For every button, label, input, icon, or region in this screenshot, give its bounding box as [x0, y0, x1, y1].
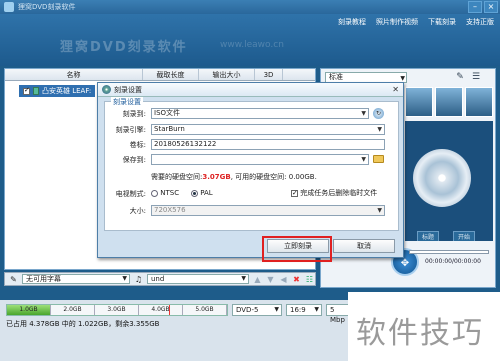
subtitle-select[interactable]: 无可用字幕 ▼	[22, 274, 130, 284]
chevron-down-icon: ▼	[361, 110, 366, 117]
file-list-header: 名称 截取长度 输出大小 3D	[5, 69, 315, 81]
menu-preview: 标题 开始	[405, 121, 493, 241]
banner-logo: 狸窝DVD刻录软件	[60, 40, 188, 55]
track-row: ✎ 无可用字幕 ▼ ♫ und ▼ ▲ ▼ ◀ ✖ ☷	[4, 272, 316, 286]
disc-format-select[interactable]: DVD-5 ▼	[232, 304, 282, 316]
chevron-down-icon: ▼	[122, 275, 127, 282]
radio-pal-dot[interactable]	[191, 189, 198, 197]
app-title: 狸窝DVD刻录软件	[18, 3, 76, 11]
menu-list-icon[interactable]: ☰	[471, 72, 481, 82]
group-label: 刻录设置	[111, 97, 143, 107]
app-logo-icon	[4, 2, 14, 12]
radio-ntsc[interactable]: NTSC	[151, 188, 179, 198]
link-photo-video[interactable]: 照片制作视频	[376, 17, 418, 27]
highlight-box	[262, 236, 332, 262]
capacity-tick: 5.0GB	[183, 305, 227, 315]
chevron-down-icon: ▼	[274, 306, 279, 313]
capacity-tick: 1.0GB	[7, 305, 51, 315]
col-output-size[interactable]: 输出大小	[199, 69, 255, 80]
aspect-ratio-select[interactable]: 16:9 ▼	[286, 304, 322, 316]
minimize-button[interactable]: –	[468, 1, 482, 13]
app-title-bar: 狸窝DVD刻录软件 – ×	[0, 0, 500, 14]
burn-settings-dialog: 刻录设置 ✕ 刻录设置 刻录到: ISO文件 ▼ ↻ 刻录引擎: StarBurn…	[97, 82, 404, 258]
burn-to-label: 刻录到:	[122, 110, 146, 118]
capacity-limit-marker	[169, 305, 170, 315]
row-title: 凸安英雄 LEAF:	[42, 87, 92, 95]
template-thumbnails	[405, 87, 493, 117]
audio-icon: ♫	[134, 274, 143, 284]
chevron-down-icon: ▼	[314, 306, 319, 313]
dialog-title: 刻录设置	[114, 85, 142, 94]
edit-icon[interactable]: ✎	[455, 72, 465, 82]
table-row[interactable]: 凸安英雄 LEAF:	[19, 85, 96, 97]
preview-tab-start[interactable]: 开始	[453, 231, 476, 241]
link-download-burn[interactable]: 下载刻录	[428, 17, 456, 27]
link-burn-tutorial[interactable]: 刻录教程	[338, 17, 366, 27]
engine-label: 刻录引擎:	[115, 126, 146, 134]
dialog-title-bar: 刻录设置	[98, 83, 403, 97]
row-checkbox[interactable]	[23, 86, 30, 95]
capacity-status: 已占用 4.378GB 中的 1.022GB，剩余3.355GB	[6, 320, 160, 328]
audio-select[interactable]: und ▼	[147, 274, 249, 284]
chevron-down-icon: ▼	[241, 275, 246, 282]
video-file-icon	[33, 87, 39, 95]
tv-standard-label: 电视制式:	[115, 190, 146, 198]
delete-icon[interactable]: ✖	[292, 275, 301, 284]
playback-slider[interactable]	[409, 250, 489, 254]
col-3d[interactable]: 3D	[255, 69, 283, 80]
left-icon[interactable]: ◀	[279, 275, 288, 284]
disk-space-info: 需要的硬盘空间:3.07GB, 可用的硬盘空间: 0.00GB.	[151, 173, 317, 181]
required-space: 3.07GB	[202, 173, 231, 181]
capacity-tick: 2.0GB	[51, 305, 95, 315]
save-to-input[interactable]: ▼	[151, 154, 369, 165]
move-up-icon[interactable]: ▲	[253, 275, 262, 284]
volume-label-input[interactable]: 20180526132122	[151, 139, 385, 150]
save-to-label: 保存到:	[122, 156, 146, 164]
template-thumbnail[interactable]	[435, 87, 463, 117]
banner-url: www.leawo.cn	[220, 40, 284, 50]
close-window-button[interactable]: ×	[484, 1, 498, 13]
radio-pal[interactable]: PAL	[191, 188, 213, 198]
delete-temp-checkbox[interactable]	[291, 188, 298, 198]
capacity-tick: 3.0GB	[95, 305, 139, 315]
size-select: 720X576 ▼	[151, 205, 385, 216]
delete-temp-option[interactable]: 完成任务后删除临时文件	[291, 188, 377, 198]
capacity-tick: 4.0GB	[139, 305, 183, 315]
size-label: 大小:	[129, 207, 146, 215]
volume-label: 卷标:	[129, 141, 146, 149]
folder-icon[interactable]	[373, 155, 384, 163]
playback-time: 00:00:00/00:00:00	[425, 258, 481, 265]
col-name[interactable]: 名称	[5, 69, 143, 80]
dialog-close-icon[interactable]: ✕	[392, 85, 399, 94]
preview-tab-title[interactable]: 标题	[417, 231, 440, 241]
chevron-down-icon: ▼	[377, 126, 382, 133]
chevron-down-icon: ▼	[377, 207, 382, 214]
banner: 狸窝DVD刻录软件 www.leawo.cn 刻录教程 照片制作视频 下载刻录 …	[0, 14, 500, 66]
disc-icon	[102, 85, 111, 94]
burn-to-select[interactable]: ISO文件 ▼	[151, 108, 369, 119]
move-down-icon[interactable]: ▼	[266, 275, 275, 284]
subtitle-icon: ✎	[10, 274, 17, 284]
disc-image	[413, 149, 471, 207]
burn-settings-group: 刻录设置 刻录到: ISO文件 ▼ ↻ 刻录引擎: StarBurn ▼ 卷标: 2…	[104, 97, 399, 231]
watermark-text: 软件技巧	[356, 316, 484, 351]
radio-ntsc-dot[interactable]	[151, 189, 158, 197]
refresh-icon[interactable]: ↻	[373, 108, 384, 119]
cancel-button[interactable]: 取消	[333, 239, 395, 253]
bitrate-select[interactable]: 5 Mbp	[326, 304, 350, 324]
template-thumbnail[interactable]	[465, 87, 493, 117]
engine-select[interactable]: StarBurn ▼	[151, 124, 385, 135]
preview-player: ✥ 00:00:00/00:00:00	[391, 244, 493, 284]
capacity-bar: 1.0GB 2.0GB 3.0GB 4.0GB 5.0GB	[6, 304, 228, 316]
list-icon[interactable]: ☷	[305, 275, 314, 284]
col-clip-length[interactable]: 截取长度	[143, 69, 199, 80]
template-thumbnail[interactable]	[405, 87, 433, 117]
link-support[interactable]: 支持正版	[466, 17, 494, 27]
chevron-down-icon: ▼	[361, 156, 366, 163]
